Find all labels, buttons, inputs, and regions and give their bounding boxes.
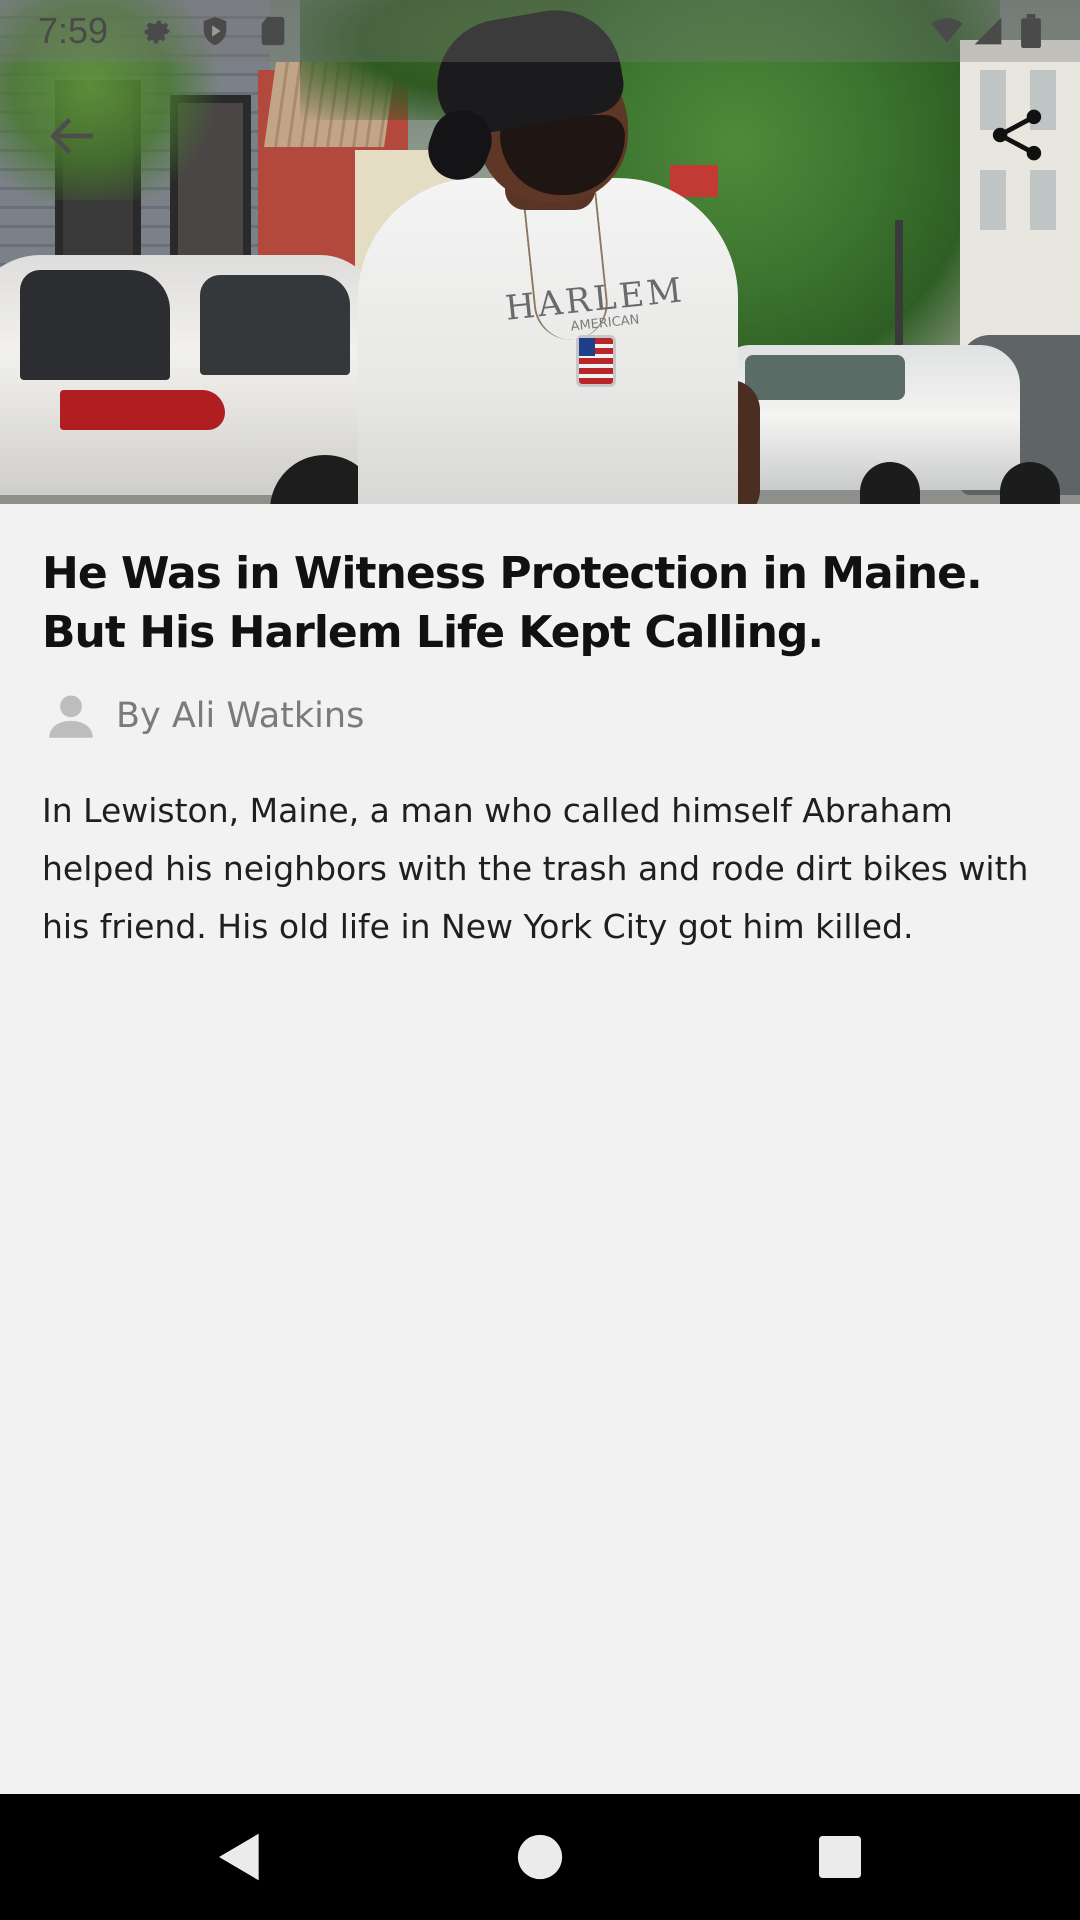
sd-card-icon xyxy=(261,16,285,46)
wifi-icon xyxy=(931,18,963,43)
hero-taillight xyxy=(60,390,225,430)
share-icon[interactable] xyxy=(988,106,1046,164)
navigation-bar xyxy=(0,1794,1080,1920)
battery-icon xyxy=(1021,14,1041,48)
status-time: 7:59 xyxy=(38,10,109,51)
article-byline: By Ali Watkins xyxy=(42,686,364,746)
article-content: He Was in Witness Protection in Maine. B… xyxy=(0,504,1080,1794)
hero-image: HARLEM AMERICAN xyxy=(0,0,1080,504)
home-circle-icon[interactable] xyxy=(512,1829,568,1885)
hero-car-window xyxy=(745,355,905,400)
recents-square-icon[interactable] xyxy=(812,1829,868,1885)
author-name: By Ali Watkins xyxy=(116,696,365,736)
article-headline: He Was in Witness Protection in Maine. B… xyxy=(42,548,983,658)
arrow-back-icon[interactable] xyxy=(44,108,100,164)
hero-pendant xyxy=(576,335,616,387)
signal-icon xyxy=(974,17,1002,45)
status-bar: 7:59 xyxy=(0,0,1080,62)
hero-street-sign xyxy=(670,165,718,197)
person-icon xyxy=(49,695,93,738)
hero-car-window xyxy=(200,275,350,375)
gear-icon xyxy=(144,20,171,44)
shield-play-icon xyxy=(203,16,227,46)
article-summary: In Lewiston, Maine, a man who called him… xyxy=(42,791,1029,946)
hero-building xyxy=(960,40,1080,360)
article-screen: HARLEM AMERICAN 7:59 He Was in Witness P… xyxy=(0,0,1080,1920)
back-triangle-icon[interactable] xyxy=(212,1829,268,1885)
hero-car-window xyxy=(20,270,170,380)
